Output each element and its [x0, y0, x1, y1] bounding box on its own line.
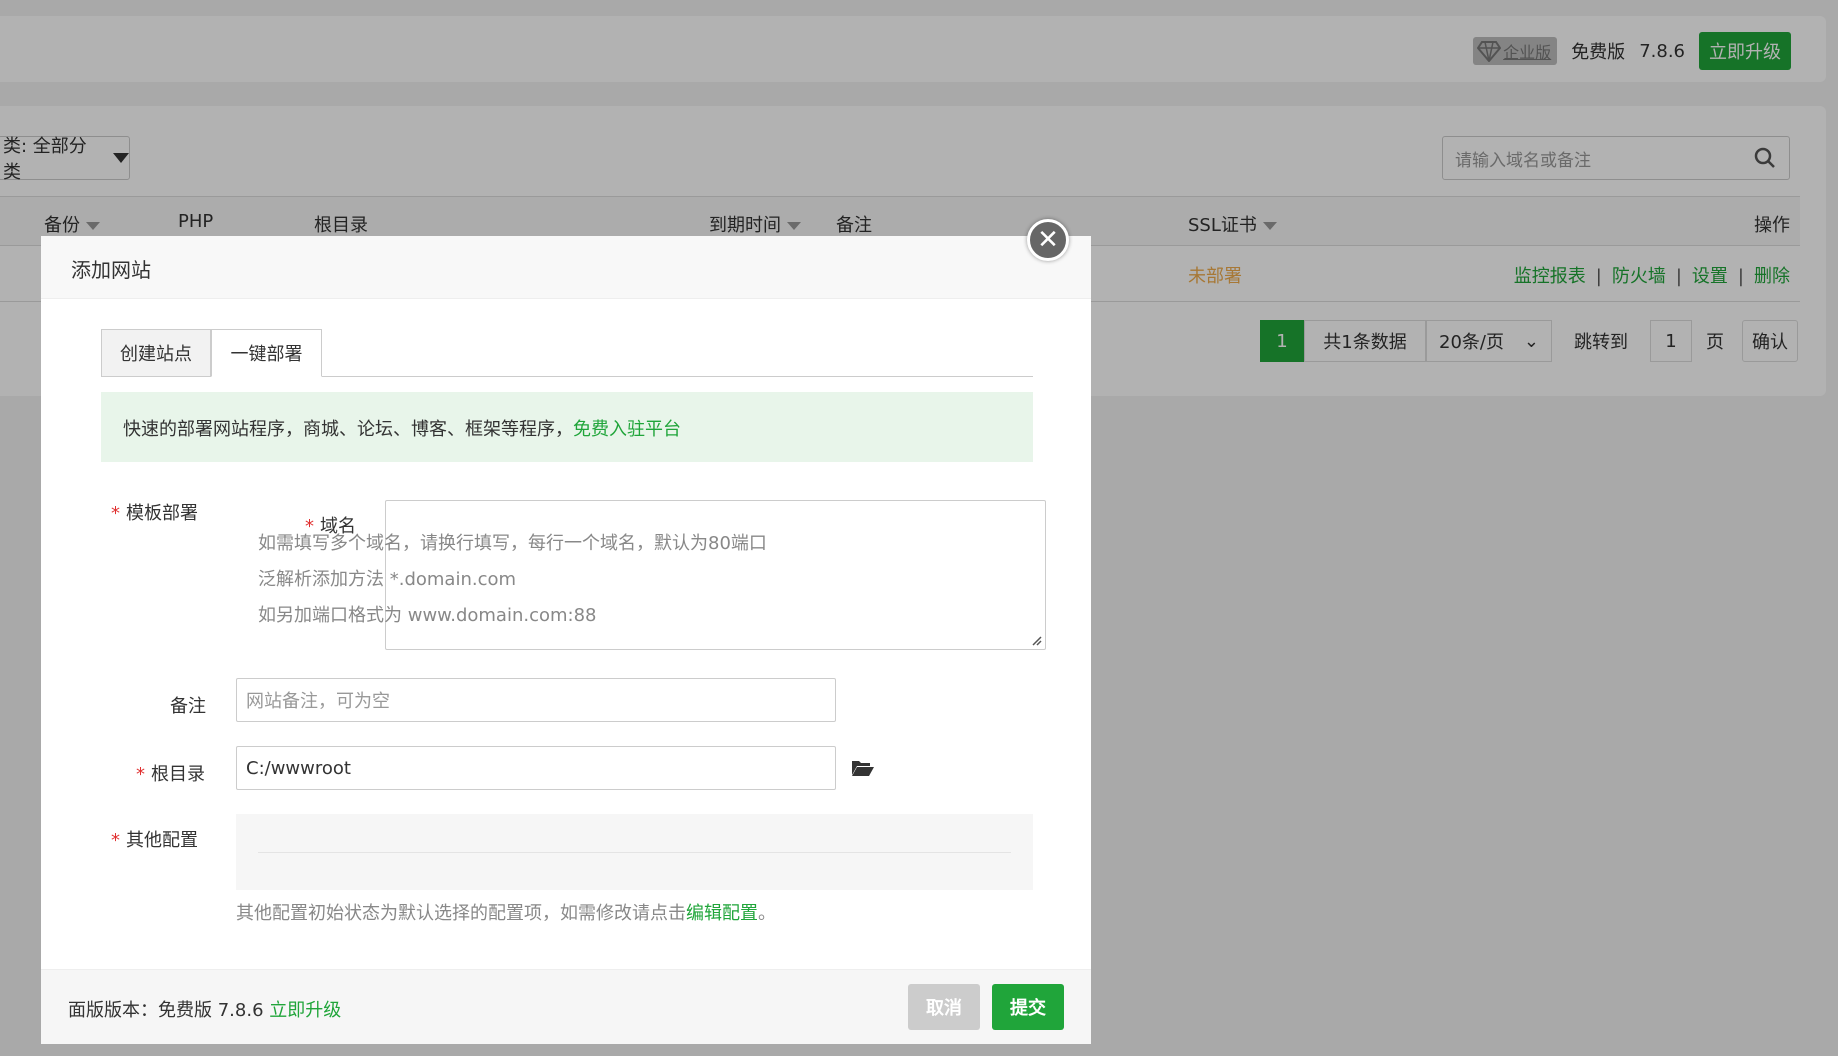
divider [258, 852, 1011, 853]
other-config-label: * 其他配置 [111, 830, 198, 851]
other-config-box [236, 814, 1033, 890]
remark-label: 备注 [170, 696, 206, 717]
remark-input[interactable]: 网站备注，可为空 [236, 678, 836, 722]
other-config-hint: 其他配置初始状态为默认选择的配置项，如需修改请点击编辑配置。 [236, 903, 776, 924]
add-site-dialog: 添加网站 创建站点 一键部署 快速的部署网站程序，商城、论坛、博客、框架等程序，… [41, 236, 1091, 1044]
footer-upgrade-link[interactable]: 立即升级 [269, 1000, 341, 1021]
tab-one-click-deploy[interactable]: 一键部署 [211, 329, 322, 377]
cancel-button[interactable]: 取消 [908, 984, 980, 1030]
domain-placeholder-line: 泛解析添加方法 *.domain.com [258, 569, 517, 590]
resize-handle-icon[interactable] [1030, 634, 1042, 646]
tab-create-site[interactable]: 创建站点 [101, 329, 211, 377]
free-join-link[interactable]: 免费入驻平台 [573, 419, 681, 440]
dialog-title: 添加网站 [41, 236, 1091, 299]
tip-text: 快速的部署网站程序，商城、论坛、博客、框架等程序， [123, 419, 573, 440]
folder-open-icon[interactable] [851, 758, 875, 778]
root-label: * 根目录 [136, 764, 205, 785]
submit-button[interactable]: 提交 [992, 984, 1064, 1030]
close-icon[interactable]: ✕ [1027, 219, 1069, 261]
dialog-tabs: 创建站点 一键部署 [101, 329, 1033, 377]
edit-config-link[interactable]: 编辑配置 [686, 903, 758, 924]
domain-placeholder-line: 如另加端口格式为 www.domain.com:88 [258, 605, 597, 626]
footer-version: 面版版本：免费版 7.8.6 立即升级 [68, 1000, 342, 1021]
domain-placeholder-line: 如需填写多个域名，请换行填写，每行一个域名，默认为80端口 [258, 533, 767, 554]
deploy-tip: 快速的部署网站程序，商城、论坛、博客、框架等程序，免费入驻平台 [101, 392, 1033, 462]
dialog-footer: 面版版本：免费版 7.8.6 立即升级 取消 提交 [41, 969, 1091, 1044]
template-label: * 模板部署 [111, 503, 198, 524]
root-dir-input[interactable]: C:/wwwroot [236, 746, 836, 790]
